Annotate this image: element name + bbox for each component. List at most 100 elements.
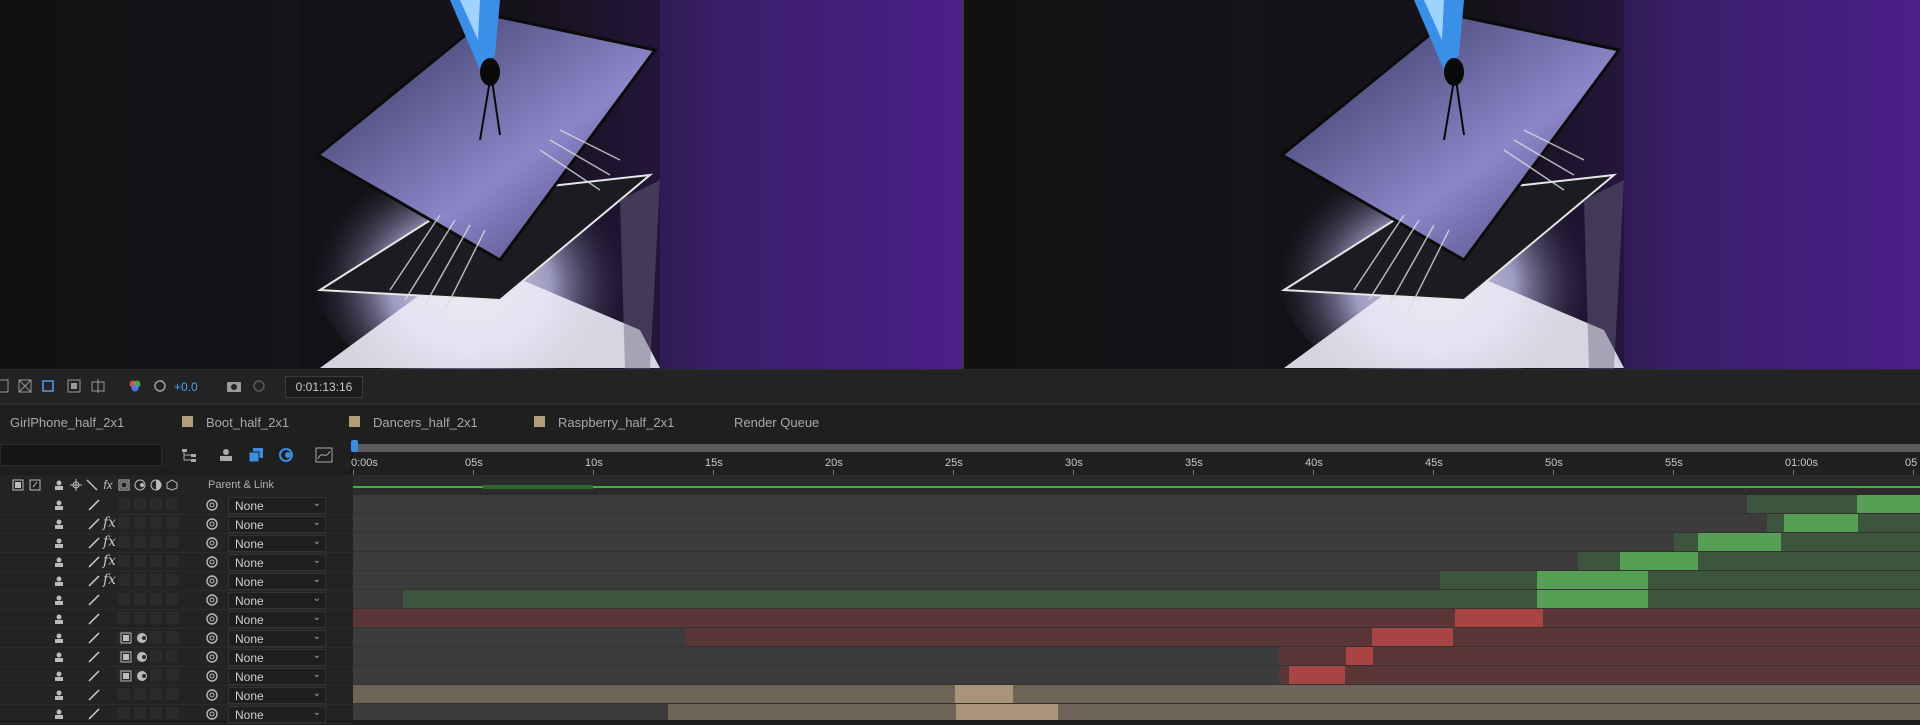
switch-cell[interactable] [118, 555, 130, 567]
layer-highlight-bar[interactable] [1346, 647, 1373, 665]
timeline-track[interactable] [353, 495, 1920, 514]
frame-blending-icon[interactable] [247, 446, 265, 464]
layer-row[interactable]: None ⌄ [0, 647, 353, 667]
switch-cell[interactable] [166, 536, 178, 548]
timeline-track[interactable] [353, 666, 1920, 685]
quality-icon[interactable] [88, 650, 100, 663]
quality-icon[interactable] [88, 707, 100, 720]
switch-cell[interactable] [134, 574, 146, 586]
parent-dropdown[interactable]: None ⌄ [228, 649, 326, 666]
switch-cell[interactable] [166, 650, 178, 662]
reset-exposure-icon[interactable] [152, 378, 168, 394]
shy-icon[interactable] [53, 593, 65, 605]
timeline-track[interactable] [353, 685, 1920, 704]
switch-cell[interactable] [134, 536, 146, 548]
layer-duration-bar[interactable] [1279, 647, 1920, 665]
switch-cell[interactable] [118, 574, 130, 586]
layer-row[interactable]: fx None ⌄ [0, 571, 353, 591]
quality-icon[interactable] [88, 669, 100, 682]
layer-highlight-bar[interactable] [1455, 609, 1543, 627]
parent-link-column-header[interactable]: Parent & Link [208, 479, 274, 491]
layer-duration-bar[interactable] [1440, 571, 1920, 589]
motion-blur-icon[interactable] [136, 650, 148, 662]
parent-dropdown[interactable]: None ⌄ [228, 573, 326, 590]
collapse-switch-icon[interactable] [70, 479, 82, 491]
pick-whip-icon[interactable] [206, 593, 218, 606]
layer-duration-bar[interactable] [1279, 666, 1920, 684]
switch-cell[interactable] [166, 707, 178, 719]
layer-highlight-bar[interactable] [956, 704, 1058, 720]
parent-dropdown[interactable]: None ⌄ [228, 554, 326, 571]
tab-render-queue[interactable]: Render Queue [734, 415, 819, 430]
shy-icon[interactable] [53, 631, 65, 643]
frame-blend-icon[interactable] [120, 669, 132, 682]
shy-icon[interactable] [53, 669, 65, 681]
region-icon[interactable] [40, 378, 56, 394]
quality-icon[interactable] [88, 593, 100, 606]
pick-whip-icon[interactable] [206, 555, 218, 568]
shy-layers-icon[interactable] [217, 446, 235, 464]
layer-highlight-bar[interactable] [1620, 552, 1698, 570]
switch-cell[interactable] [134, 498, 146, 510]
switch-cell[interactable] [150, 669, 162, 681]
layer-row[interactable]: None ⌄ [0, 495, 353, 515]
motion-blur-icon[interactable] [277, 446, 295, 464]
tab-girlphone[interactable]: GirlPhone_half_2x1 [10, 415, 124, 430]
pick-whip-icon[interactable] [206, 517, 218, 530]
grid-icon[interactable] [17, 378, 33, 394]
graph-editor-icon[interactable] [315, 446, 333, 464]
effects-icon[interactable]: fx [103, 572, 116, 588]
switch-cell[interactable] [150, 688, 162, 700]
shy-icon[interactable] [53, 517, 65, 529]
parent-dropdown[interactable]: None ⌄ [228, 706, 326, 723]
frame-blend-icon[interactable] [120, 631, 132, 644]
pick-whip-icon[interactable] [206, 688, 218, 701]
switch-cell[interactable] [166, 555, 178, 567]
3d-view-icon[interactable] [90, 378, 106, 394]
switch-cell[interactable] [118, 593, 130, 605]
motion-blur-icon[interactable] [136, 631, 148, 643]
switch-cell[interactable] [134, 593, 146, 605]
motion-blur-switch-icon[interactable] [134, 479, 146, 491]
timeline-track[interactable] [353, 533, 1920, 552]
pick-whip-icon[interactable] [206, 631, 218, 644]
layer-row[interactable]: None ⌄ [0, 628, 353, 648]
layer-row[interactable]: fx None ⌄ [0, 533, 353, 553]
switch-cell[interactable] [134, 707, 146, 719]
quality-icon[interactable] [88, 688, 100, 701]
pick-whip-icon[interactable] [206, 498, 218, 511]
parent-dropdown[interactable]: None ⌄ [228, 497, 326, 514]
layer-duration-bar[interactable] [353, 685, 1920, 703]
switch-cell[interactable] [166, 593, 178, 605]
timeline-track[interactable] [353, 704, 1920, 720]
quality-icon[interactable] [88, 574, 100, 587]
time-ruler[interactable]: 0:00s 05s 10s 15s 20s 25s 30s 35s 40s 45s 50s 55s 01… [351, 440, 1920, 475]
exposure-value[interactable]: +0.0 [174, 380, 198, 394]
switch-cell[interactable] [166, 574, 178, 586]
parent-dropdown[interactable]: None ⌄ [228, 687, 326, 704]
timeline-track[interactable] [353, 552, 1920, 571]
layer-search-input[interactable] [0, 444, 162, 466]
video-switch-icon[interactable] [12, 479, 24, 491]
switch-cell[interactable] [118, 517, 130, 529]
switch-cell[interactable] [150, 612, 162, 624]
layer-highlight-bar[interactable] [1537, 590, 1648, 608]
show-snapshot-icon[interactable] [251, 378, 267, 394]
switch-cell[interactable] [150, 536, 162, 548]
parent-dropdown[interactable]: None ⌄ [228, 668, 326, 685]
shy-icon[interactable] [53, 612, 65, 624]
timeline-track[interactable] [353, 571, 1920, 590]
layer-row[interactable]: None ⌄ [0, 666, 353, 686]
adjustment-switch-icon[interactable] [150, 479, 162, 491]
quality-icon[interactable] [88, 631, 100, 644]
switch-cell[interactable] [166, 517, 178, 529]
switch-cell[interactable] [134, 688, 146, 700]
switch-cell[interactable] [118, 498, 130, 510]
current-time-indicator[interactable] [351, 440, 358, 452]
layer-row[interactable]: None ⌄ [0, 609, 353, 629]
shy-icon[interactable] [53, 650, 65, 662]
quality-icon[interactable] [88, 536, 100, 549]
frame-blend-switch-icon[interactable] [118, 479, 130, 491]
work-area-bar[interactable] [353, 444, 1920, 452]
pick-whip-icon[interactable] [206, 574, 218, 587]
